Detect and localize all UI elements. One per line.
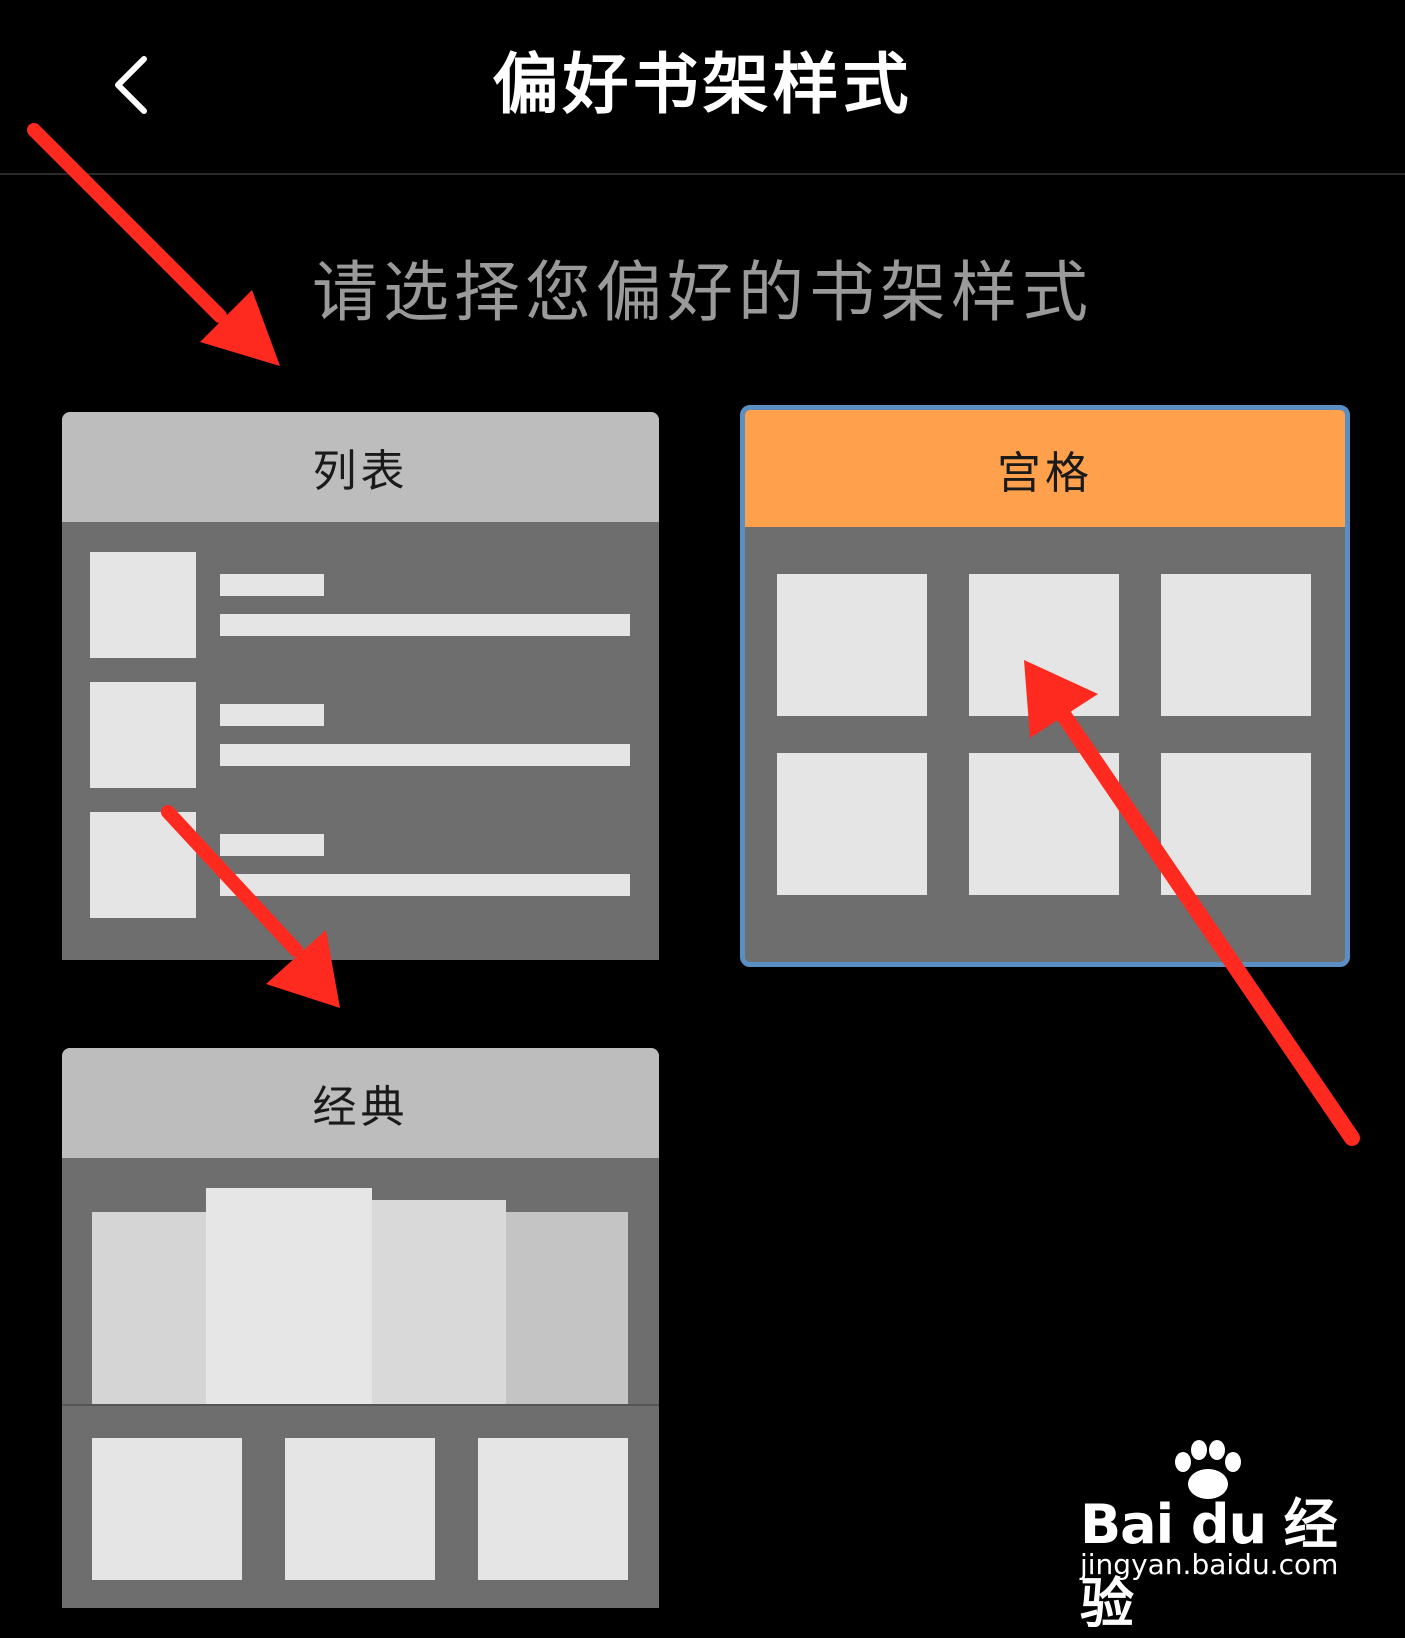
page-title: 偏好书架样式 [492, 46, 913, 123]
classic-preview-book [372, 1200, 506, 1404]
list-preview-line-short [220, 834, 324, 856]
list-preview-line-long [220, 744, 630, 766]
grid-preview-cell [777, 574, 927, 716]
grid-preview-cell [969, 574, 1119, 716]
style-option-grid-label: 宫格 [745, 410, 1345, 527]
classic-preview-book [92, 1212, 208, 1404]
list-preview-cover [90, 552, 196, 658]
classic-preview-shelf [62, 1404, 659, 1406]
style-option-list[interactable]: 列表 [62, 412, 659, 960]
list-preview-line-long [220, 874, 630, 896]
style-option-classic-label: 经典 [62, 1048, 659, 1158]
grid-preview-cell [1161, 753, 1311, 895]
classic-preview-cell [478, 1438, 628, 1580]
watermark-url: jingyan.baidu.com [1080, 1548, 1339, 1581]
list-preview-line-short [220, 704, 324, 726]
list-preview-cover [90, 812, 196, 918]
style-option-list-label: 列表 [62, 412, 659, 522]
list-preview-line-short [220, 574, 324, 596]
style-option-classic[interactable]: 经典 [62, 1048, 659, 1608]
grid-preview-cell [1161, 574, 1311, 716]
classic-preview-cell [285, 1438, 435, 1580]
grid-preview-cell [969, 753, 1119, 895]
style-option-grid[interactable]: 宫格 [740, 405, 1350, 967]
list-preview-cover [90, 682, 196, 788]
list-preview-line-long [220, 614, 630, 636]
header-bar: 偏好书架样式 [0, 0, 1405, 175]
classic-preview-cell [92, 1438, 242, 1580]
instruction-text: 请选择您偏好的书架样式 [312, 254, 1093, 331]
classic-preview-book [206, 1188, 372, 1404]
baidu-jingyan-watermark: Bai du 经验 jingyan.baidu.com [1075, 1440, 1375, 1635]
grid-preview-cell [777, 753, 927, 895]
classic-preview-book [506, 1212, 628, 1404]
